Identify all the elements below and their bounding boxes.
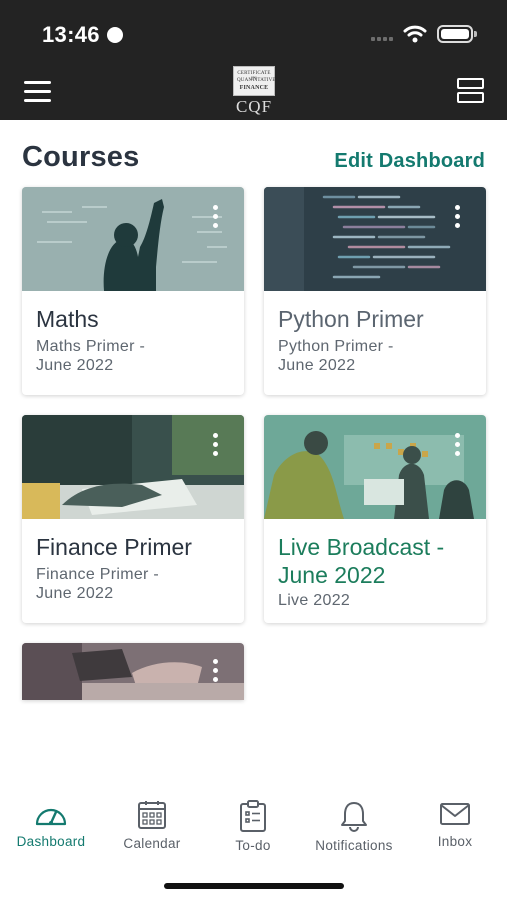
course-image-maths <box>22 187 244 291</box>
nav-notifications[interactable]: Notifications <box>304 800 404 853</box>
course-subtitle: Live 2022 <box>278 592 351 609</box>
bottom-nav: Dashboard Calendar To-do Notifications I… <box>0 790 507 870</box>
nav-inbox[interactable]: Inbox <box>405 800 505 849</box>
page-title: Courses <box>22 141 140 173</box>
nav-dashboard[interactable]: Dashboard <box>1 800 101 849</box>
home-indicator <box>164 883 344 889</box>
nav-todo[interactable]: To-do <box>203 800 303 853</box>
recording-dot-icon <box>107 27 123 43</box>
course-title: Live Broadcast - June 2022 <box>278 534 445 588</box>
gauge-icon <box>35 808 67 826</box>
course-subtitle: Python Primer - June 2022 <box>278 338 394 374</box>
card-menu-icon[interactable] <box>212 433 220 459</box>
cellular-signal-icon <box>371 37 395 43</box>
nav-calendar[interactable]: Calendar <box>102 800 202 851</box>
layout-toggle-icon[interactable] <box>457 78 484 104</box>
course-subtitle: Maths Primer - June 2022 <box>36 338 146 374</box>
cqf-logo: CERTIFICATE IN QUANTITATIVE FINANCE CQF <box>233 66 275 118</box>
card-menu-icon[interactable] <box>454 433 462 459</box>
course-card-partial[interactable] <box>22 643 244 700</box>
course-title: Python Primer <box>278 306 424 332</box>
edit-dashboard-link[interactable]: Edit Dashboard <box>334 150 485 173</box>
course-image-partial <box>22 643 244 700</box>
course-title: Maths <box>36 306 99 332</box>
course-image-python <box>264 187 486 291</box>
course-title: Finance Primer <box>36 534 192 560</box>
card-menu-icon[interactable] <box>212 205 220 231</box>
envelope-icon <box>440 803 470 825</box>
status-bar: 13:46 <box>0 0 507 66</box>
app-header: CERTIFICATE IN QUANTITATIVE FINANCE CQF <box>0 66 507 120</box>
course-card-maths[interactable]: Maths Maths Primer - June 2022 <box>22 187 244 395</box>
card-menu-icon[interactable] <box>212 659 220 685</box>
clipboard-icon <box>240 800 266 832</box>
calendar-icon <box>138 801 166 829</box>
card-menu-icon[interactable] <box>454 205 462 231</box>
hamburger-menu-icon[interactable] <box>24 79 52 103</box>
course-card-finance-primer[interactable]: Finance Primer Finance Primer - June 202… <box>22 415 244 623</box>
bell-icon <box>341 802 367 832</box>
course-image-finance <box>22 415 244 519</box>
course-card-live-broadcast[interactable]: Live Broadcast - June 2022 Live 2022 <box>264 415 486 623</box>
wifi-icon <box>403 25 427 43</box>
status-time: 13:46 <box>42 22 100 47</box>
course-card-python-primer[interactable]: Python Primer Python Primer - June 2022 <box>264 187 486 395</box>
battery-icon <box>437 25 477 43</box>
course-subtitle: Finance Primer - June 2022 <box>36 566 160 602</box>
course-image-live-broadcast <box>264 415 486 519</box>
